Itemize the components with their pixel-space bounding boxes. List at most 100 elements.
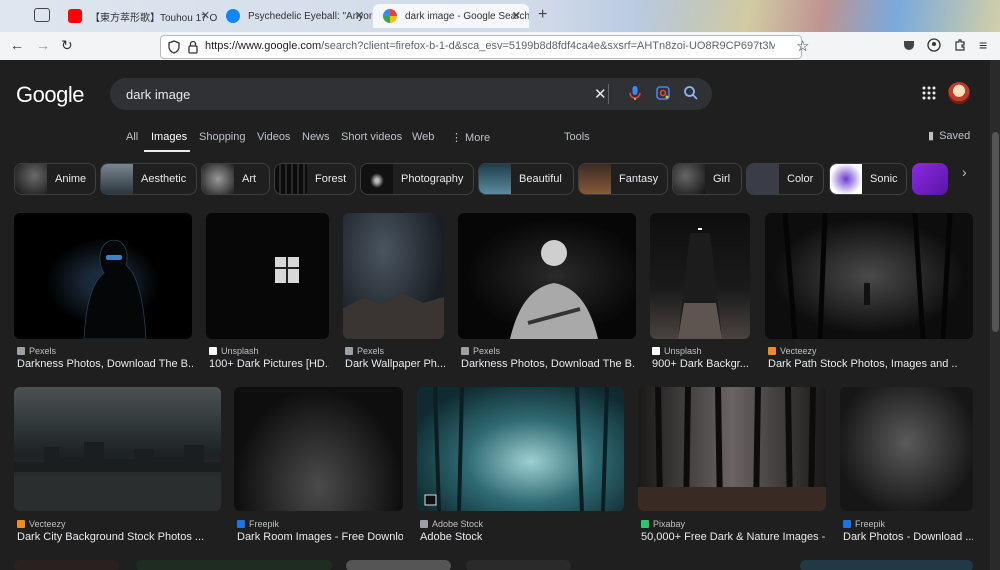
- result-image[interactable]: [840, 387, 973, 511]
- bluesky-icon: [226, 9, 240, 23]
- result-image[interactable]: [14, 387, 221, 511]
- tab-news[interactable]: News: [302, 131, 330, 143]
- tab-images[interactable]: Images: [151, 131, 187, 143]
- scrollbar[interactable]: [990, 60, 1000, 570]
- forward-icon[interactable]: →: [36, 37, 50, 53]
- tab-title: Psychedelic Eyeball: "Anyone h: [248, 10, 372, 22]
- result-source[interactable]: Pexels: [345, 346, 384, 356]
- chip-beautiful[interactable]: Beautiful: [478, 163, 574, 195]
- result-title[interactable]: Dark Photos - Download ...: [843, 531, 973, 543]
- browser-tab-bar: 【東方萃形歌】Touhou 17 OST ✕ Psychedelic Eyeba…: [0, 0, 1000, 60]
- result-source[interactable]: Vecteezy: [17, 519, 66, 529]
- result-title[interactable]: Darkness Photos, Download The B...: [17, 358, 193, 370]
- search-input[interactable]: dark image: [126, 87, 190, 102]
- result-source[interactable]: Adobe Stock: [420, 519, 483, 529]
- avatar[interactable]: [948, 82, 970, 104]
- chip-sonic[interactable]: Sonic: [829, 163, 907, 195]
- source-label: Pexels: [357, 346, 385, 356]
- bookmark-star-icon[interactable]: ☆: [796, 37, 809, 55]
- browser-tab-active[interactable]: dark image - Google Search ✕: [373, 4, 529, 28]
- result-image[interactable]: [417, 387, 624, 511]
- saved-button[interactable]: ▮ Saved: [928, 129, 970, 142]
- pocket-icon[interactable]: [902, 38, 916, 52]
- google-apps-icon[interactable]: [922, 86, 936, 100]
- extensions-icon[interactable]: [953, 38, 967, 52]
- chip-forest[interactable]: Forest: [274, 163, 356, 195]
- result-title[interactable]: Dark City Background Stock Photos ...: [17, 531, 207, 543]
- window-image: [275, 257, 299, 283]
- back-icon[interactable]: ←: [10, 37, 24, 53]
- chip-photography[interactable]: Photography: [360, 163, 474, 195]
- result-image[interactable]: [458, 213, 636, 339]
- source-label: Freepik: [249, 519, 280, 529]
- close-tab-icon[interactable]: ✕: [512, 9, 521, 22]
- result-image[interactable]: [343, 213, 444, 339]
- search-icon[interactable]: [683, 85, 699, 101]
- chip-more[interactable]: [912, 163, 948, 195]
- result-image[interactable]: [800, 560, 973, 570]
- result-title[interactable]: Adobe Stock: [420, 531, 620, 543]
- chip-art[interactable]: Art: [201, 163, 270, 195]
- google-logo[interactable]: Google: [16, 82, 84, 108]
- result-source[interactable]: Freepik: [237, 519, 279, 529]
- shield-icon[interactable]: [167, 40, 181, 54]
- result-source[interactable]: Vecteezy: [768, 346, 817, 356]
- search-box[interactable]: dark image ✕: [110, 78, 712, 110]
- result-title[interactable]: Dark Path Stock Photos, Images and ...: [768, 358, 958, 370]
- menu-icon[interactable]: ≡: [979, 37, 987, 53]
- new-tab-button[interactable]: +: [538, 6, 547, 24]
- result-image[interactable]: [638, 387, 826, 511]
- chip-girl[interactable]: Girl: [672, 163, 742, 195]
- tab-shopping[interactable]: Shopping: [199, 131, 246, 143]
- lens-icon[interactable]: [655, 85, 671, 101]
- result-image[interactable]: [346, 560, 451, 570]
- browser-tab[interactable]: 【東方萃形歌】Touhou 17 OST ✕: [58, 4, 218, 28]
- chip-fantasy[interactable]: Fantasy: [578, 163, 668, 195]
- reload-icon[interactable]: ↻: [61, 37, 73, 54]
- result-title[interactable]: 900+ Dark Backgr...: [652, 358, 752, 370]
- tab-title: 【東方萃形歌】Touhou 17 OST: [90, 12, 218, 24]
- close-tab-icon[interactable]: ✕: [355, 9, 364, 22]
- tab-all[interactable]: All: [126, 131, 138, 143]
- result-image[interactable]: [14, 213, 192, 339]
- result-source[interactable]: Pexels: [17, 346, 56, 356]
- tab-short-videos[interactable]: Short videos: [341, 131, 402, 143]
- google-results-page: Google dark image ✕ All Images Shopping …: [0, 60, 990, 570]
- tab-more[interactable]: ⋮ More: [451, 131, 490, 144]
- result-source[interactable]: Pexels: [461, 346, 500, 356]
- scrollbar-thumb[interactable]: [992, 132, 999, 332]
- result-image[interactable]: [765, 213, 973, 339]
- result-image[interactable]: [234, 387, 403, 511]
- chip-aesthetic[interactable]: Aesthetic: [100, 163, 197, 195]
- clear-search-icon[interactable]: ✕: [594, 85, 607, 103]
- result-title[interactable]: Dark Wallpaper Ph...: [345, 358, 445, 370]
- result-source[interactable]: Pixabay: [641, 519, 685, 529]
- chevron-right-icon[interactable]: ›: [962, 164, 967, 180]
- result-image[interactable]: [14, 560, 119, 570]
- address-bar[interactable]: https://www.google.com/search?client=fir…: [160, 35, 802, 59]
- result-image[interactable]: [206, 213, 329, 339]
- result-source[interactable]: Unsplash: [652, 346, 702, 356]
- lock-icon[interactable]: [186, 40, 200, 54]
- chip-anime[interactable]: Anime: [14, 163, 96, 195]
- voice-search-icon[interactable]: [628, 85, 642, 101]
- close-tab-icon[interactable]: ✕: [201, 9, 210, 22]
- result-source[interactable]: Freepik: [843, 519, 885, 529]
- result-title[interactable]: 50,000+ Free Dark & Nature Images - ...: [641, 531, 827, 543]
- result-title[interactable]: 100+ Dark Pictures [HD...: [209, 358, 329, 370]
- account-icon[interactable]: [927, 38, 941, 52]
- result-source[interactable]: Unsplash: [209, 346, 259, 356]
- freepik-icon: [237, 520, 245, 528]
- tab-list-icon[interactable]: [34, 8, 50, 22]
- tab-videos[interactable]: Videos: [257, 131, 290, 143]
- tab-web[interactable]: Web: [412, 131, 434, 143]
- browser-tab[interactable]: Psychedelic Eyeball: "Anyone h ✕: [216, 4, 372, 28]
- google-icon: [383, 9, 397, 23]
- result-title[interactable]: Darkness Photos, Download The B...: [461, 358, 635, 370]
- result-image[interactable]: [650, 213, 750, 339]
- tools-button[interactable]: Tools: [564, 131, 590, 143]
- result-image[interactable]: [136, 560, 332, 570]
- result-image[interactable]: [466, 560, 571, 570]
- result-title[interactable]: Dark Room Images - Free Downlo...: [237, 531, 403, 543]
- chip-color[interactable]: Color: [746, 163, 824, 195]
